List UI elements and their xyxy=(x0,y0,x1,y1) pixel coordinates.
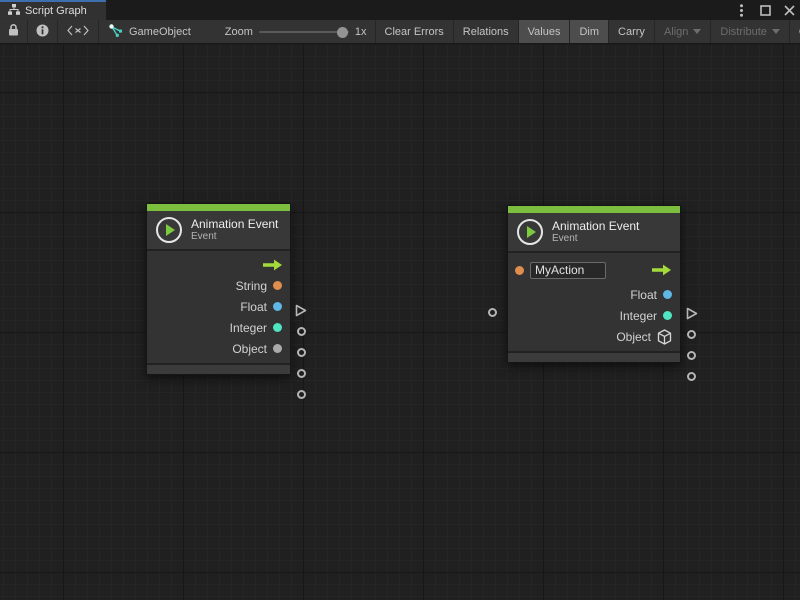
integer-port-dot[interactable] xyxy=(663,311,672,320)
string-port-dot[interactable] xyxy=(273,281,282,290)
event-play-icon xyxy=(156,217,182,243)
event-name-input[interactable] xyxy=(530,262,606,279)
integer-output-port[interactable] xyxy=(687,351,696,360)
integer-port-dot[interactable] xyxy=(273,323,282,332)
port-row-integer: Integer xyxy=(147,317,290,338)
dim-button[interactable]: Dim xyxy=(570,20,609,43)
port-row-integer: Integer xyxy=(508,305,680,326)
distribute-label: Distribute xyxy=(720,26,766,38)
edit-graph-button[interactable] xyxy=(58,20,99,43)
zoom-control: Zoom 1x xyxy=(201,20,375,43)
event-play-icon xyxy=(517,219,543,245)
node-body: String Float Integer Object xyxy=(147,249,290,363)
port-row-float: Float xyxy=(147,296,290,317)
graph-icon xyxy=(8,4,20,18)
trigger-output-port[interactable] xyxy=(686,307,698,320)
port-label: Object xyxy=(232,342,267,356)
node-footer xyxy=(147,363,290,374)
relations-label: Relations xyxy=(463,26,509,38)
cube-icon[interactable] xyxy=(657,329,672,345)
lock-button[interactable] xyxy=(0,20,28,43)
clear-errors-label: Clear Errors xyxy=(385,26,444,38)
node-subtitle: Event xyxy=(191,231,278,243)
gameobject-context[interactable]: GameObject xyxy=(99,20,201,43)
graph-canvas[interactable]: Animation Event Event String Float xyxy=(0,45,800,600)
tab-label: Script Graph xyxy=(25,5,87,17)
node-subtitle: Event xyxy=(552,233,639,245)
node-body: Float Integer Object xyxy=(508,251,680,351)
carry-button[interactable]: Carry xyxy=(609,20,655,43)
zoom-slider-track xyxy=(259,31,349,33)
port-label: String xyxy=(236,279,267,293)
trigger-arrow-icon xyxy=(652,264,671,276)
float-output-port[interactable] xyxy=(687,330,696,339)
port-label: Object xyxy=(616,330,651,344)
zoom-label: Zoom xyxy=(225,26,253,38)
window-controls xyxy=(734,0,796,20)
align-label: Align xyxy=(664,26,688,38)
name-input-port[interactable] xyxy=(488,308,497,317)
overview-button[interactable]: Overv xyxy=(790,20,800,43)
object-port-dot[interactable] xyxy=(273,344,282,353)
kebab-menu-icon[interactable] xyxy=(734,3,748,17)
port-label: Integer xyxy=(620,309,657,323)
zoom-slider-handle[interactable] xyxy=(337,27,348,38)
integer-output-port[interactable] xyxy=(297,369,306,378)
port-row-object: Object xyxy=(508,326,680,347)
node-title: Animation Event xyxy=(191,217,278,231)
values-button[interactable]: Values xyxy=(519,20,571,43)
port-row-string: String xyxy=(147,275,290,296)
string-output-port[interactable] xyxy=(297,327,306,336)
code-brackets-icon xyxy=(67,25,89,39)
align-dropdown[interactable]: Align xyxy=(655,20,711,43)
chevron-down-icon xyxy=(693,29,701,34)
zoom-slider[interactable] xyxy=(259,25,349,39)
node-color-bar xyxy=(147,204,290,211)
maximize-icon[interactable] xyxy=(758,3,772,17)
clear-errors-button[interactable]: Clear Errors xyxy=(375,20,454,43)
tab-script-graph[interactable]: Script Graph xyxy=(0,0,106,20)
float-port-dot[interactable] xyxy=(663,290,672,299)
relations-button[interactable]: Relations xyxy=(454,20,519,43)
distribute-dropdown[interactable]: Distribute xyxy=(711,20,789,43)
close-icon[interactable] xyxy=(782,3,796,17)
node-color-bar xyxy=(508,206,680,213)
object-output-port[interactable] xyxy=(687,372,696,381)
zoom-value: 1x xyxy=(355,26,367,38)
string-input-dot[interactable] xyxy=(515,266,524,275)
trigger-output-port[interactable] xyxy=(295,304,307,317)
port-row-object: Object xyxy=(147,338,290,359)
port-label: Float xyxy=(240,300,267,314)
chevron-down-icon xyxy=(772,29,780,34)
node-animation-event-1[interactable]: Animation Event Event String Float xyxy=(146,203,291,375)
port-label: Float xyxy=(630,288,657,302)
object-output-port[interactable] xyxy=(297,390,306,399)
info-button[interactable] xyxy=(28,20,58,43)
port-label: Integer xyxy=(230,321,267,335)
graph-toolbar: GameObject Zoom 1x Clear Errors Relation… xyxy=(0,20,800,44)
float-output-port[interactable] xyxy=(297,348,306,357)
port-row-name-trigger xyxy=(508,256,680,284)
gameobject-label: GameObject xyxy=(129,26,191,38)
carry-label: Carry xyxy=(618,26,645,38)
lock-icon xyxy=(8,24,19,39)
port-row-trigger xyxy=(147,254,290,275)
node-header[interactable]: Animation Event Event xyxy=(508,213,680,251)
trigger-arrow-icon xyxy=(263,259,282,271)
node-header[interactable]: Animation Event Event xyxy=(147,211,290,249)
node-title: Animation Event xyxy=(552,219,639,233)
window-titlebar: Script Graph xyxy=(0,0,800,20)
gameobject-icon xyxy=(109,24,123,40)
info-icon xyxy=(36,24,49,40)
node-animation-event-2[interactable]: Animation Event Event Float Integer xyxy=(507,205,681,363)
float-port-dot[interactable] xyxy=(273,302,282,311)
port-row-float: Float xyxy=(508,284,680,305)
values-label: Values xyxy=(528,26,561,38)
node-footer xyxy=(508,351,680,362)
dim-label: Dim xyxy=(579,26,599,38)
